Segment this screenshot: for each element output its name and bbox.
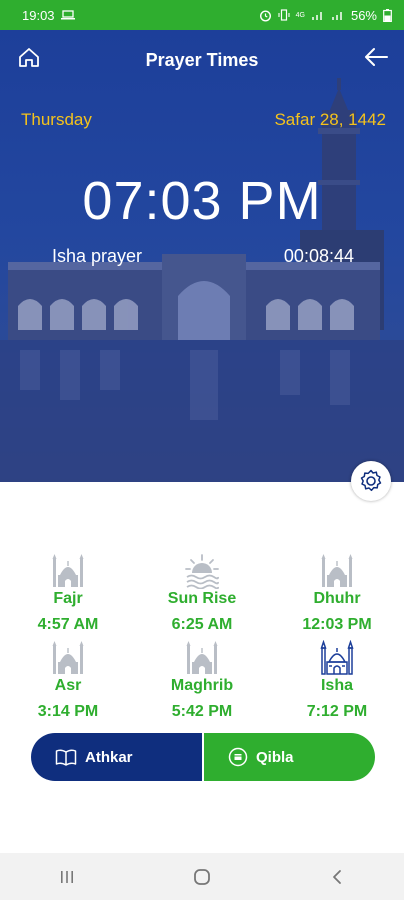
- network-type: 4G: [295, 11, 305, 19]
- prayer-item-isha: Isha 7:12 PM: [277, 640, 397, 721]
- home-nav-button[interactable]: [172, 857, 232, 897]
- status-time: 19:03: [22, 7, 55, 23]
- weekday-label: Thursday: [21, 110, 92, 129]
- mosque-icon: [186, 641, 218, 674]
- laptop-icon: [60, 10, 75, 20]
- mosque-icon: [52, 554, 84, 587]
- recents-icon: [61, 870, 74, 883]
- status-time-group: 19:03: [22, 8, 75, 23]
- prayer-time: 12:03 PM: [302, 616, 372, 633]
- next-prayer-countdown: 00:08:44: [283, 246, 354, 266]
- prayer-time: 5:42 PM: [171, 703, 233, 720]
- next-prayer-label: Isha prayer: [52, 246, 143, 266]
- hijri-date: Safar 28, 1442: [274, 110, 386, 129]
- prayer-name: Isha: [320, 677, 353, 694]
- page-title: Prayer Times: [145, 50, 259, 70]
- status-icons: 4G 56%: [259, 8, 392, 23]
- back-arrow-icon[interactable]: [362, 44, 390, 70]
- settings-button[interactable]: [351, 461, 391, 501]
- prayer-name: Maghrib: [170, 677, 234, 694]
- sunrise-icon: [185, 554, 219, 589]
- mosque-active-icon: [320, 640, 354, 675]
- system-navigation-bar: [0, 853, 404, 900]
- hero-banner: Prayer Times Thursday Safar 28, 1442 07:…: [0, 30, 404, 482]
- home-circle-icon: [194, 868, 210, 885]
- prayer-name: Dhuhr: [313, 590, 361, 607]
- chevron-left-icon: [332, 869, 341, 884]
- qibla-label: Qibla: [256, 748, 294, 766]
- battery-icon: [383, 8, 392, 22]
- current-time: 07:03 PM: [82, 171, 322, 231]
- athkar-label: Athkar: [85, 748, 133, 766]
- prayer-item-asr: Asr 3:14 PM: [8, 640, 128, 721]
- prayer-name: Fajr: [53, 590, 83, 607]
- gear-icon: [360, 469, 382, 492]
- action-bar: Athkar Qibla: [31, 733, 375, 781]
- prayer-time: 3:14 PM: [37, 703, 99, 720]
- prayer-time: 7:12 PM: [306, 703, 368, 720]
- prayer-item-dhuhr: Dhuhr 12:03 PM: [277, 553, 397, 634]
- mosque-icon: [52, 641, 84, 674]
- prayer-item-sunrise: Sun Rise 6:25 AM: [142, 553, 262, 634]
- back-nav-button[interactable]: [307, 857, 367, 897]
- status-bar: 19:03 4G 56%: [0, 0, 404, 30]
- recent-apps-button[interactable]: [37, 857, 97, 897]
- qibla-compass-icon: [228, 747, 248, 767]
- signal-icon: [311, 12, 322, 20]
- prayer-time: 6:25 AM: [171, 616, 233, 633]
- signal-icon-2: [331, 12, 342, 20]
- vibrate-icon: [278, 9, 290, 21]
- athkar-button[interactable]: Athkar: [31, 733, 202, 781]
- prayer-name: Asr: [54, 677, 82, 694]
- mosque-icon: [321, 554, 353, 587]
- battery-percent: 56%: [350, 7, 377, 23]
- prayer-item-maghrib: Maghrib 5:42 PM: [142, 640, 262, 721]
- prayer-time: 4:57 AM: [37, 616, 99, 633]
- prayer-item-fajr: Fajr 4:57 AM: [8, 553, 128, 634]
- open-book-icon: [55, 749, 77, 766]
- qibla-button[interactable]: Qibla: [202, 733, 375, 781]
- prayer-name: Sun Rise: [167, 590, 237, 607]
- alarm-icon: [259, 9, 271, 22]
